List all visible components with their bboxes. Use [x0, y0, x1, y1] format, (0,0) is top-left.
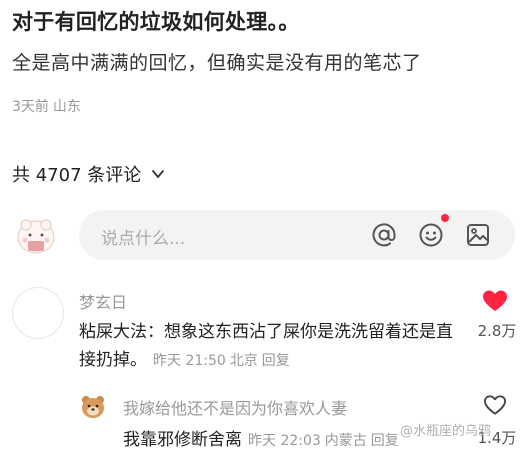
reply-text[interactable]: 我靠邪修断舍离 昨天 22:03 内蒙古 回复 — [123, 425, 399, 450]
comment-count-header[interactable]: 共 4707 条评论 — [12, 161, 165, 187]
comment-text[interactable]: 粘屎大法：想象这东西沾了屎你是洗洗留着还是直接扔掉。 昨天 21:50 北京 回复 — [79, 318, 469, 375]
comment-input-placeholder: 说点什么... — [101, 229, 186, 249]
heart-outline-icon[interactable] — [483, 394, 507, 416]
comment-reply-button[interactable]: 回复 — [262, 353, 290, 369]
reply-reply-button[interactable]: 回复 — [371, 433, 399, 449]
heart-filled-icon[interactable] — [482, 289, 508, 313]
reply-time: 昨天 22:03 — [248, 433, 321, 449]
comment-time: 昨天 21:50 — [153, 353, 226, 369]
comment-location: 北京 — [229, 353, 258, 369]
reply-username[interactable]: 我嫁给他还不是因为你喜欢人妻 — [123, 395, 347, 419]
user-avatar[interactable] — [14, 213, 58, 257]
comment-like-count: 2.8万 — [477, 322, 517, 340]
comment-username[interactable]: 梦玄日 — [79, 289, 127, 313]
reply-meta: 昨天 22:03 内蒙古 回复 — [248, 433, 399, 449]
notification-dot — [441, 214, 449, 222]
comment-count-label: 共 4707 条评论 — [12, 165, 142, 186]
watermark: @水瓶座的乌鸦 — [400, 424, 492, 439]
comment-meta: 昨天 21:50 北京 回复 — [153, 353, 290, 369]
post-title: 对于有回忆的垃圾如何处理。。 — [12, 10, 300, 34]
commenter-avatar[interactable] — [12, 287, 64, 339]
post-time: 3天前 — [12, 99, 49, 115]
emoji-icon[interactable] — [418, 222, 444, 248]
reply-body: 我靠邪修断舍离 — [123, 430, 242, 450]
post-location: 山东 — [52, 99, 81, 115]
replier-avatar[interactable] — [80, 394, 106, 420]
chevron-down-icon — [152, 170, 165, 178]
image-icon[interactable] — [465, 222, 491, 248]
post-body: 全是高中满满的回忆，但确实是没有用的笔芯了 — [12, 52, 422, 74]
at-icon[interactable] — [371, 222, 397, 248]
reply-location: 内蒙古 — [324, 433, 367, 449]
post-meta: 3天前 山东 — [12, 96, 81, 116]
